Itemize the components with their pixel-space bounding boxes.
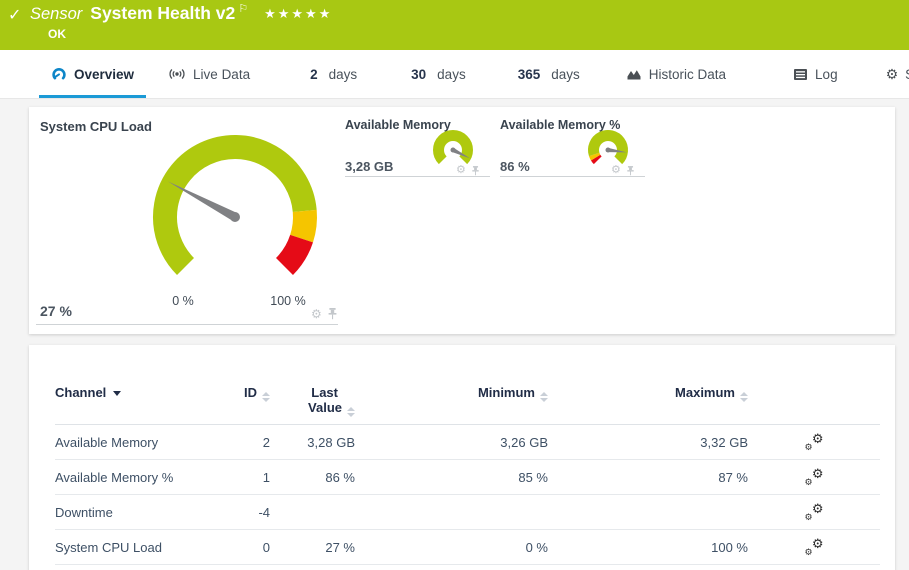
table-row: Available Memory % 1 86 % 85 % 87 % ⚙ ⚙ — [55, 460, 880, 495]
tab-overview[interactable]: Overview — [38, 50, 147, 98]
channel-maximum: 100 % — [711, 539, 748, 555]
channel-last-value: 27 % — [325, 539, 355, 555]
sensor-kind-label: Sensor — [30, 5, 83, 23]
channel-maximum: 87 % — [718, 469, 748, 485]
table-row: System CPU Load 0 27 % 0 % 100 % ⚙ ⚙ — [55, 530, 880, 565]
tab-label: Settings — [905, 67, 909, 82]
priority-stars[interactable]: ★★★★★ — [264, 6, 332, 22]
pin-icon[interactable] — [626, 165, 635, 176]
gauge-icon — [51, 66, 67, 82]
tab-label: Log — [815, 66, 838, 82]
channel-minimum: 3,26 GB — [500, 434, 548, 450]
gear-icon[interactable]: ⚙ — [311, 308, 322, 320]
tab-historic-data[interactable]: Historic Data — [620, 50, 732, 98]
cpu-gauge-min-label: 0 % — [172, 294, 194, 308]
channel-last-value: 3,28 GB — [307, 434, 355, 450]
tab-30-days[interactable]: 30 days — [405, 50, 472, 98]
channel-id: -4 — [258, 504, 270, 520]
tab-settings[interactable]: ⚙ Settings — [880, 50, 909, 98]
channel-last-value: 86 % — [325, 469, 355, 485]
live-data-icon — [168, 67, 186, 81]
tab-number: 30 — [411, 66, 427, 82]
status-badge: OK — [48, 27, 66, 41]
channels-panel: Channel ID Last Value Minimum Maximum Av… — [29, 345, 895, 570]
tab-label: days — [551, 66, 580, 82]
channel-minimum: 85 % — [518, 469, 548, 485]
pin-icon[interactable] — [327, 308, 338, 320]
memory-pct-gauge-value: 86 % — [500, 159, 530, 174]
tab-365-days[interactable]: 365 days — [512, 50, 586, 98]
channel-name: Downtime — [55, 504, 113, 520]
tab-label: days — [437, 66, 466, 82]
sensor-title: System Health v2 — [90, 3, 236, 23]
column-header-maximum[interactable]: Maximum — [548, 385, 748, 402]
column-header-last-value[interactable]: Last Value — [270, 385, 355, 417]
tab-number: 2 — [310, 66, 318, 82]
channel-settings-icon[interactable]: ⚙ ⚙ — [805, 537, 824, 557]
status-check-icon: ✓ — [8, 7, 22, 24]
pin-icon[interactable] — [471, 165, 480, 176]
tab-label: Live Data — [193, 66, 251, 82]
sort-arrows-icon — [540, 392, 548, 402]
channel-id: 0 — [262, 539, 270, 555]
channel-name: Available Memory % — [55, 469, 174, 485]
channel-name: System CPU Load — [55, 539, 162, 555]
gear-icon[interactable]: ⚙ — [611, 165, 621, 176]
sort-arrows-icon — [740, 392, 748, 402]
prtg-sensor-page: ✓ Sensor System Health v2 ⚐ ★★★★★ OK Ove… — [0, 0, 909, 570]
column-label: Last — [311, 385, 338, 400]
tab-label: Historic Data — [648, 66, 727, 82]
sort-arrows-icon — [262, 392, 270, 402]
memory-gauge-value: 3,28 GB — [345, 159, 394, 174]
table-row: Available Memory 2 3,28 GB 3,26 GB 3,32 … — [55, 425, 880, 460]
channel-id: 1 — [262, 469, 270, 485]
cpu-gauge — [135, 117, 335, 317]
column-label: Minimum — [477, 385, 535, 400]
divider — [345, 176, 490, 177]
channel-settings-icon[interactable]: ⚙ ⚙ — [805, 432, 824, 452]
sensor-header: ✓ Sensor System Health v2 ⚐ ★★★★★ OK — [0, 0, 909, 50]
column-label: Maximum — [675, 385, 735, 400]
column-header-id[interactable]: ID — [235, 385, 270, 402]
settings-gear-icon: ⚙ — [885, 65, 899, 82]
column-label: Channel — [55, 385, 107, 400]
sort-caret-icon — [113, 391, 122, 396]
sort-arrows-icon — [347, 407, 355, 417]
table-row: Downtime -4 ⚙ ⚙ — [55, 495, 880, 530]
tab-bar: Overview Live Data 2 days 30 days 365 da… — [0, 50, 909, 99]
table-header-row: Channel ID Last Value Minimum Maximum — [55, 385, 880, 425]
cpu-gauge-value: 27 % — [40, 303, 72, 319]
tab-label: days — [328, 66, 358, 82]
channel-id: 2 — [262, 434, 270, 450]
tab-2-days[interactable]: 2 days — [304, 50, 363, 98]
log-icon — [793, 68, 808, 81]
tab-number: 365 — [517, 66, 541, 82]
column-label: ID — [244, 385, 257, 400]
flag-icon: ⚐ — [238, 3, 249, 15]
channel-maximum: 3,32 GB — [700, 434, 748, 450]
gauges-panel: System CPU Load 0 % 100 % 27 % ⚙ Availab… — [29, 107, 895, 334]
gear-icon[interactable]: ⚙ — [456, 165, 466, 176]
tab-log[interactable]: Log — [787, 50, 844, 98]
divider — [36, 324, 338, 325]
channel-settings-icon[interactable]: ⚙ ⚙ — [805, 502, 824, 522]
divider — [500, 176, 645, 177]
historic-chart-icon — [626, 67, 642, 81]
channel-settings-icon[interactable]: ⚙ ⚙ — [805, 467, 824, 487]
tab-label: Overview — [74, 66, 135, 82]
channel-minimum: 0 % — [525, 539, 548, 555]
cpu-gauge-max-label: 100 % — [270, 294, 306, 308]
channel-name: Available Memory — [55, 434, 159, 450]
column-header-minimum[interactable]: Minimum — [355, 385, 548, 402]
tab-live-data[interactable]: Live Data — [162, 50, 256, 98]
channels-table: Channel ID Last Value Minimum Maximum Av… — [55, 385, 880, 565]
column-label: Value — [308, 400, 342, 415]
column-header-channel[interactable]: Channel — [55, 385, 235, 400]
